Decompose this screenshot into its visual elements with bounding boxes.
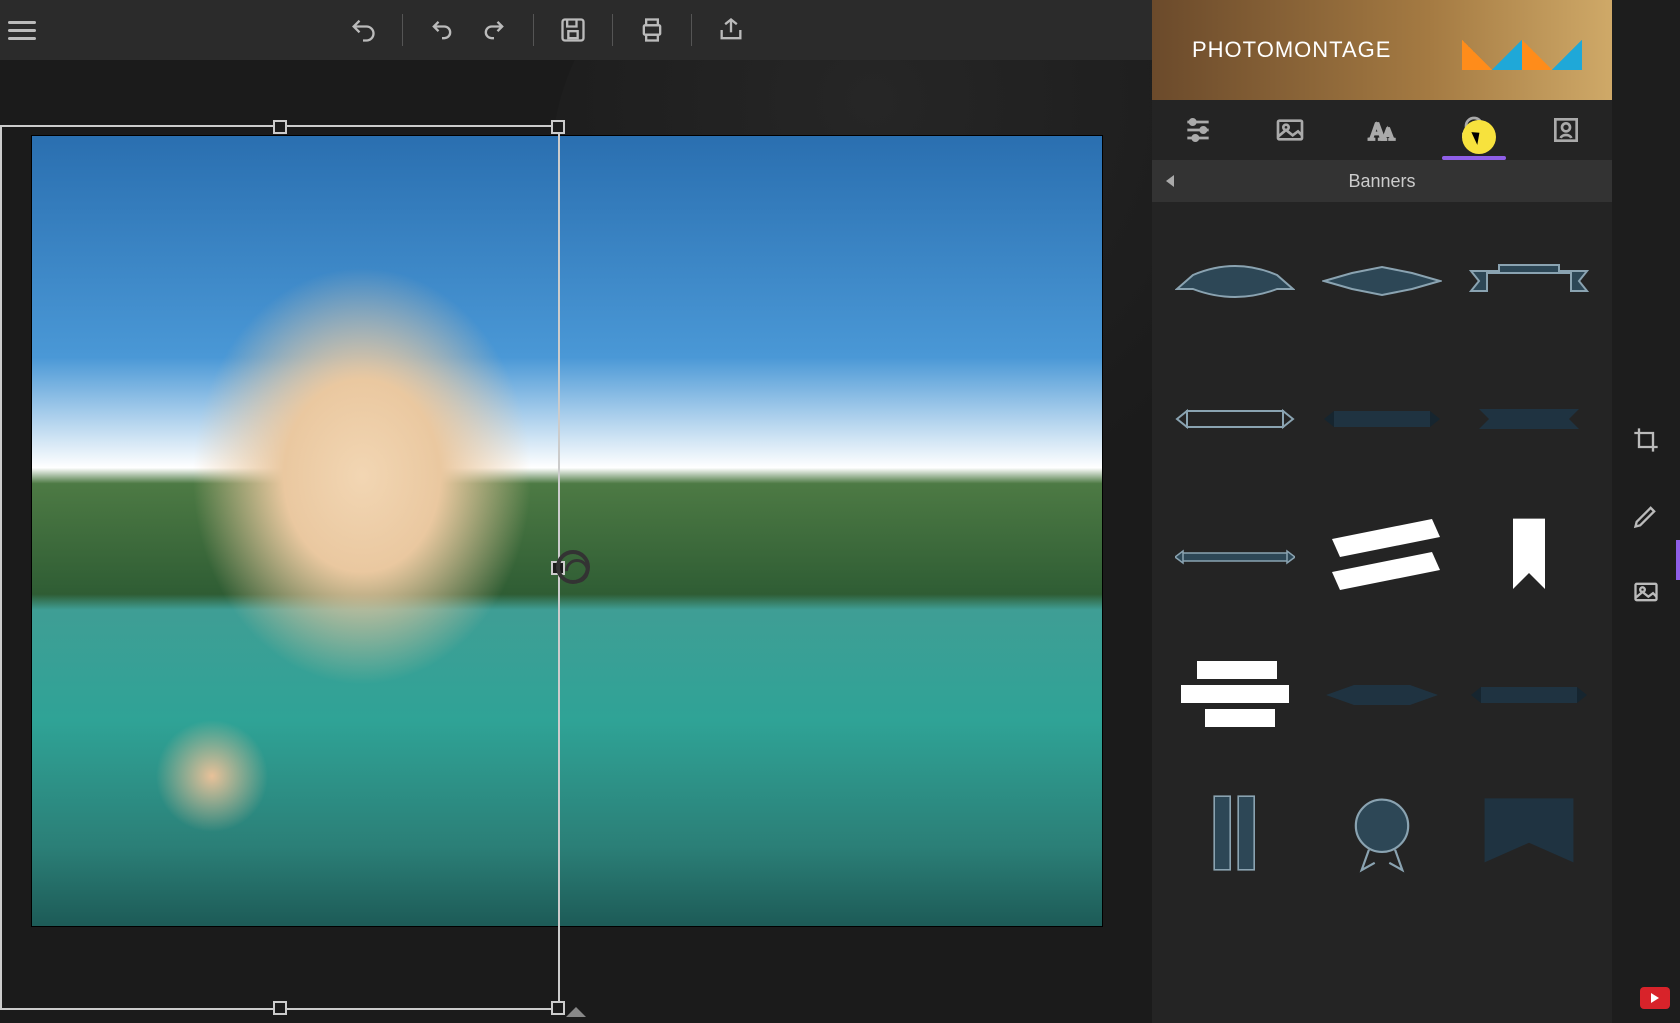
rotate-handle-icon[interactable] [556,550,590,584]
print-icon[interactable] [633,11,671,49]
asset-grid [1152,202,1612,1023]
asset-rosette-outline[interactable] [1317,778,1446,888]
undo-big-icon[interactable] [344,11,382,49]
selection-handle-br[interactable] [551,1001,565,1015]
asset-ribbon-scroll-dark2[interactable] [1465,640,1594,750]
tab-image[interactable] [1244,100,1336,160]
selection-handle-tr[interactable] [551,120,565,134]
separator [533,14,534,46]
asset-stripes-step-white[interactable] [1170,640,1299,750]
pen-icon[interactable] [1626,496,1666,536]
asset-ribbon-scroll-outline[interactable] [1170,364,1299,474]
redo-icon[interactable] [475,11,513,49]
section-title: Banners [1348,171,1415,192]
separator [402,14,403,46]
asset-ribbon-diamond[interactable] [1317,226,1446,336]
expand-bottom-panel-icon[interactable] [566,1007,586,1017]
crop-icon[interactable] [1626,420,1666,460]
tab-adjust[interactable] [1152,100,1244,160]
asset-ribbon-angle-dark[interactable] [1465,364,1594,474]
menu-icon[interactable] [8,12,44,48]
canvas-photo[interactable] [32,136,1102,926]
promo-title: PHOTOMONTAGE [1192,37,1391,63]
canvas-area[interactable] [0,60,1152,1023]
asset-bookmark-white[interactable] [1465,502,1594,612]
side-accent [1676,540,1680,580]
asset-ribbon-thin[interactable] [1170,502,1299,612]
asset-stripes-diagonal-white[interactable] [1317,502,1446,612]
selection-handle-top[interactable] [273,120,287,134]
cursor-highlight-icon [1462,120,1496,154]
side-tool-strip [1612,0,1680,1023]
asset-badge-vertical[interactable] [1170,778,1299,888]
tab-frames[interactable] [1520,100,1612,160]
promo-banner[interactable]: PHOTOMONTAGE [1152,0,1612,100]
selection-handle-bottom[interactable] [273,1001,287,1015]
right-panel: PHOTOMONTAGE AA Banners [1152,0,1612,1023]
asset-ribbon-diamond-dark[interactable] [1317,640,1446,750]
svg-text:A: A [1382,124,1395,143]
collapse-icon [1166,175,1174,187]
asset-ribbon-scroll-dark[interactable] [1317,364,1446,474]
panel-tab-row: AA [1152,100,1612,160]
toolbar-group [344,11,750,49]
tab-text[interactable]: AA [1336,100,1428,160]
asset-flag-dark[interactable] [1465,778,1594,888]
video-play-badge[interactable] [1640,987,1670,1009]
asset-ribbon-wave[interactable] [1170,226,1299,336]
separator [691,14,692,46]
share-icon[interactable] [712,11,750,49]
save-icon[interactable] [554,11,592,49]
image-tool-icon[interactable] [1626,572,1666,612]
undo-icon[interactable] [423,11,461,49]
asset-ribbon-blocky[interactable] [1465,226,1594,336]
separator [612,14,613,46]
section-header[interactable]: Banners [1152,160,1612,202]
